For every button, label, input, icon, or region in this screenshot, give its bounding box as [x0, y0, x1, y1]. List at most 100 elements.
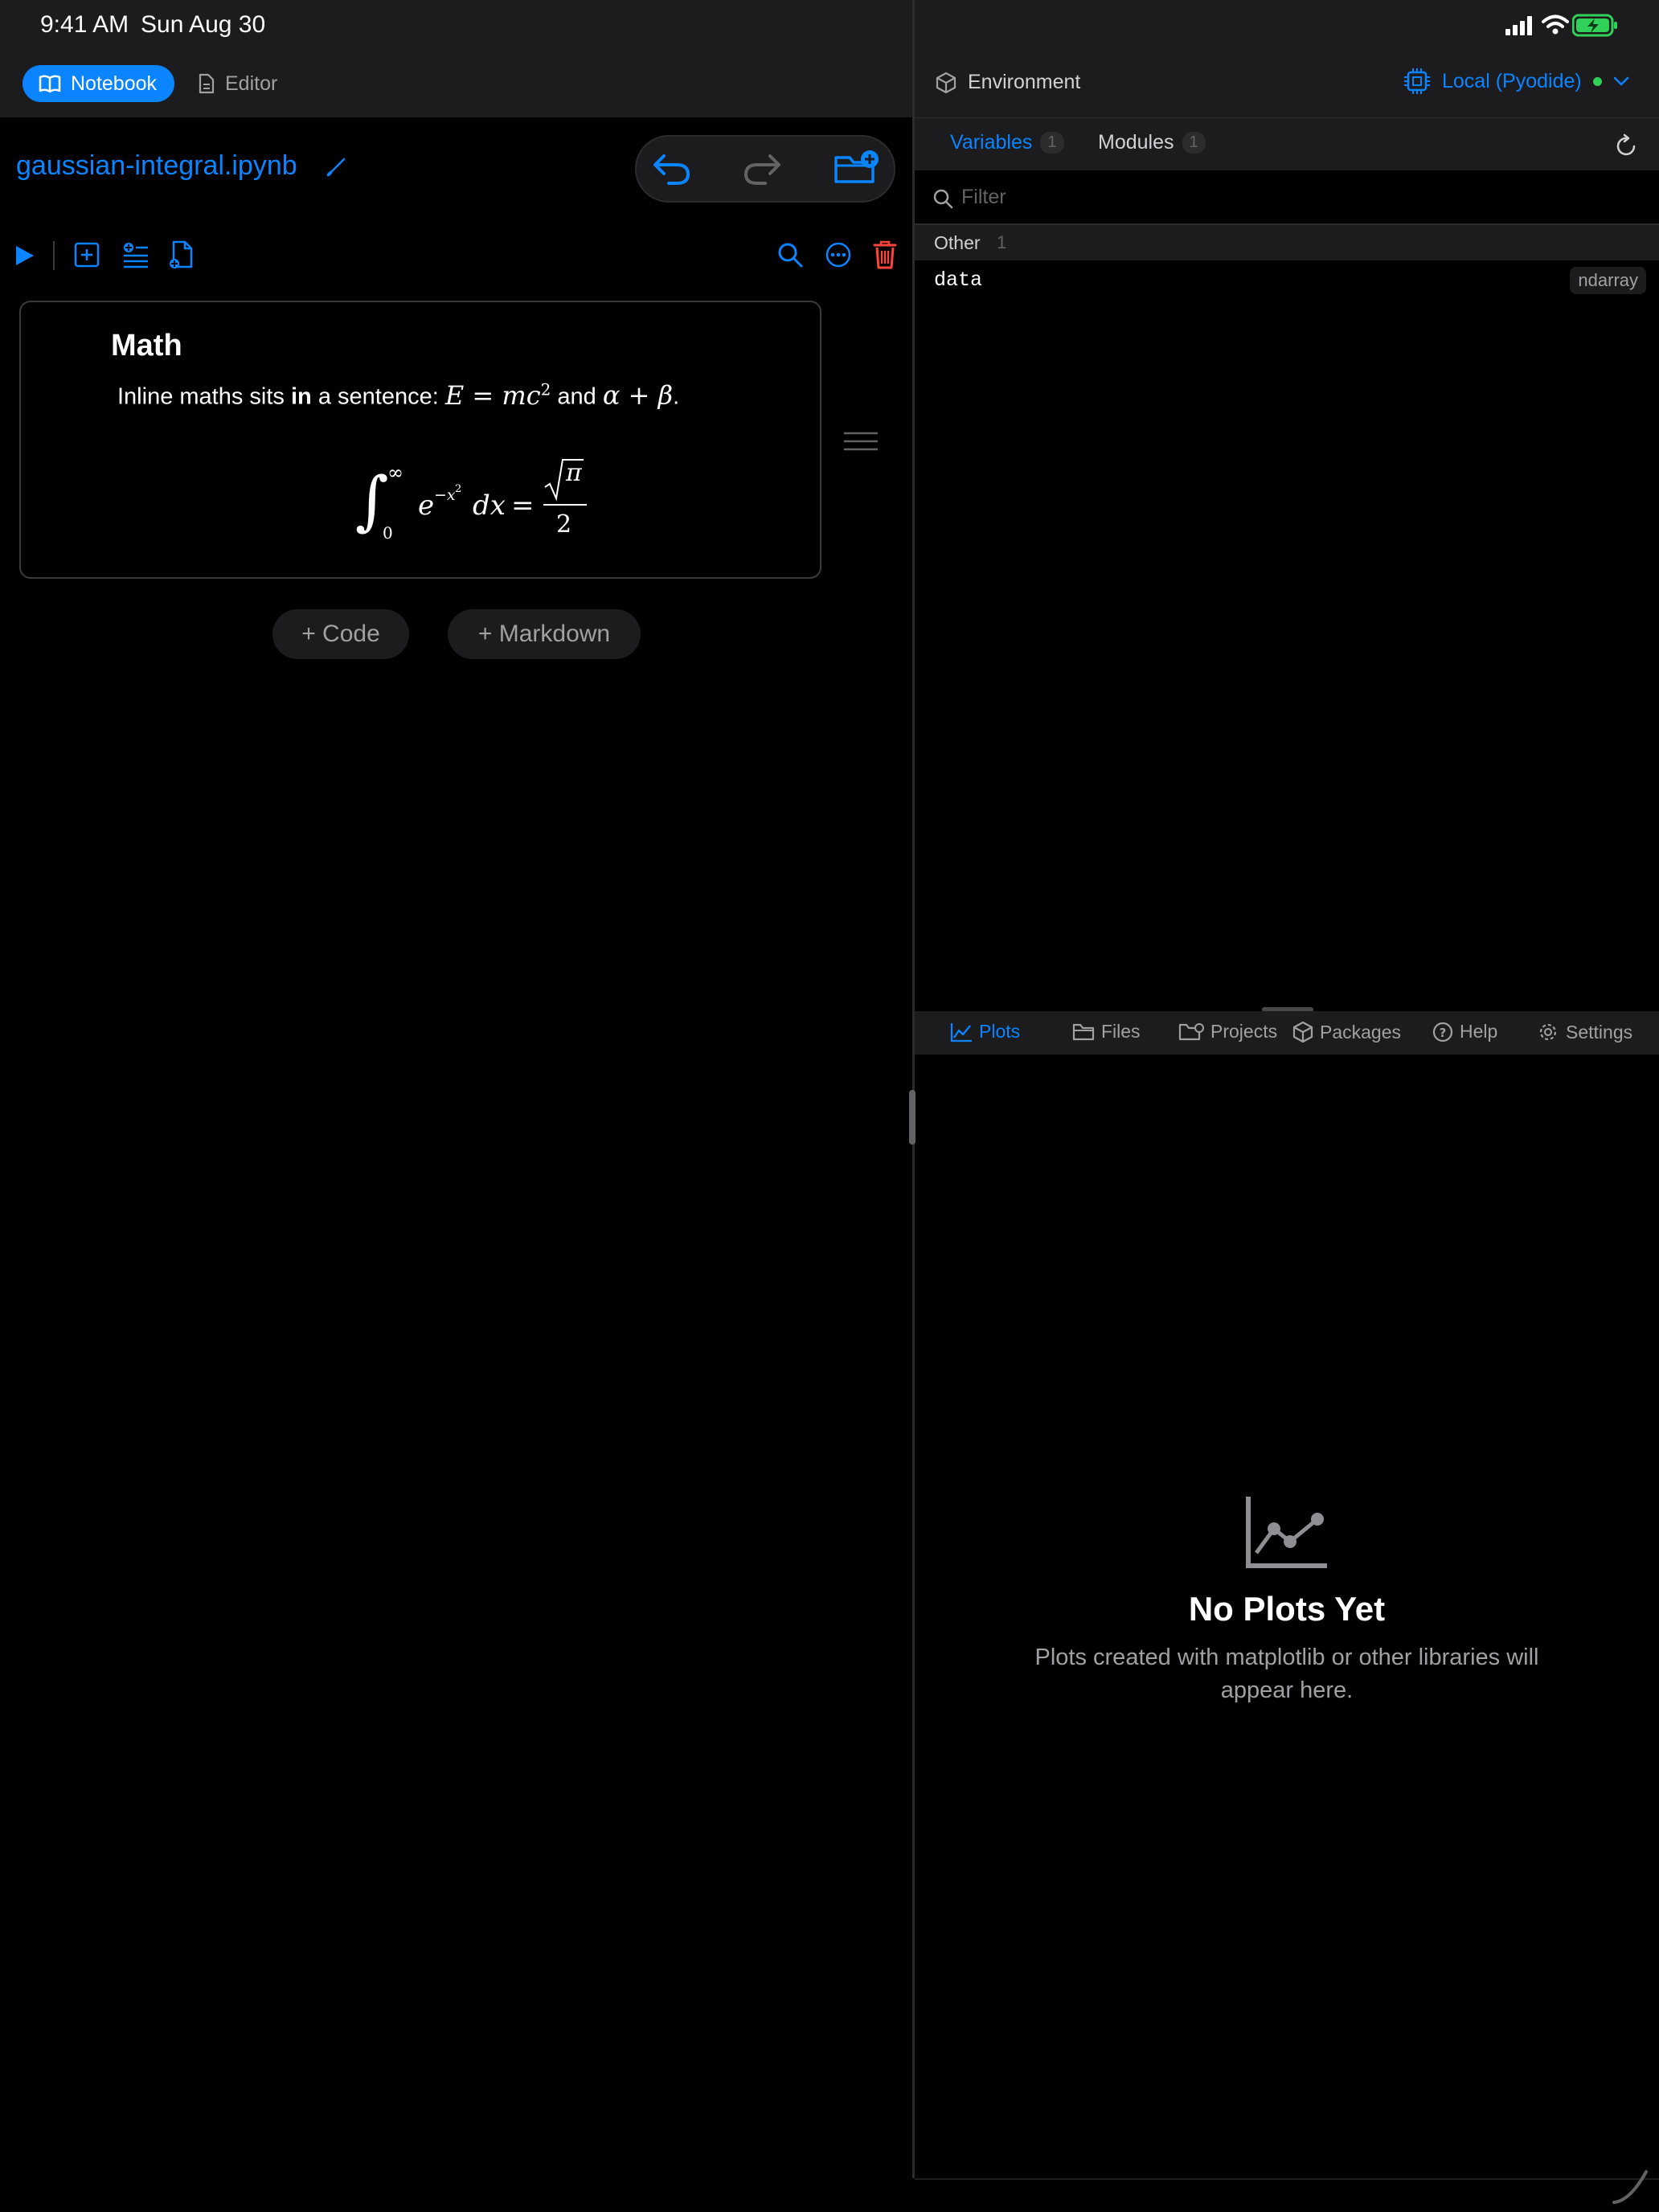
- pencil-icon[interactable]: [325, 156, 347, 178]
- chart-line-icon: [950, 1022, 973, 1043]
- more-options-icon[interactable]: [825, 241, 852, 268]
- inline-math-alpha-beta: α + β: [602, 379, 674, 411]
- tab-packages-label: Packages: [1320, 1021, 1402, 1043]
- tab-projects[interactable]: Projects: [1178, 1021, 1277, 1043]
- chart-placeholder-icon: [1245, 1495, 1329, 1569]
- book-icon: [39, 74, 61, 93]
- variable-group-label: Other: [934, 232, 981, 253]
- gear-icon: [1537, 1021, 1559, 1043]
- svg-text:2: 2: [556, 510, 571, 539]
- new-file-icon[interactable]: [169, 240, 195, 270]
- markdown-cell[interactable]: Math Inline maths sits in a sentence: E …: [19, 301, 821, 579]
- notebook-filename[interactable]: gaussian-integral.ipynb: [16, 150, 297, 182]
- tab-packages[interactable]: Packages: [1292, 1021, 1401, 1043]
- run-icon[interactable]: [14, 244, 35, 267]
- cell-sentence: Inline maths sits in a sentence: E = mc2…: [117, 379, 679, 411]
- split-divider[interactable]: [912, 0, 915, 2178]
- inline-math-emc2: E = mc2: [444, 379, 551, 411]
- tab-modules-label: Modules: [1098, 131, 1174, 154]
- kernel-status-dot: [1592, 76, 1602, 86]
- svg-text:∞: ∞: [387, 461, 403, 484]
- tab-settings-label: Settings: [1566, 1021, 1633, 1043]
- environment-title: Environment: [936, 71, 1080, 94]
- tab-projects-label: Projects: [1210, 1021, 1278, 1042]
- cell-heading: Math: [111, 329, 182, 363]
- plots-empty-description: Plots created with matplotlib or other l…: [1034, 1645, 1539, 1703]
- display-equation-gaussian-integral: ∫ ∞ 0 e −x 2 dx = π 2: [346, 455, 603, 543]
- notebook-tab[interactable]: Notebook: [23, 65, 175, 102]
- tab-variables-label: Variables: [950, 131, 1033, 154]
- plots-empty-title: No Plots Yet: [1188, 1590, 1386, 1628]
- variable-group-count: 1: [997, 232, 1007, 252]
- svg-text:=: =: [511, 490, 535, 522]
- split-drag-handle[interactable]: [909, 1090, 916, 1145]
- toolbar-separator: [53, 241, 55, 270]
- cube-icon: [936, 72, 956, 94]
- variable-type-badge: ndarray: [1570, 267, 1646, 294]
- tab-plots-label: Plots: [979, 1021, 1021, 1042]
- battery-charging-icon: [1572, 14, 1619, 38]
- svg-text:−x: −x: [434, 486, 456, 504]
- resize-corner-icon[interactable]: [1611, 2165, 1651, 2206]
- tab-variables-count: 1: [1040, 132, 1064, 154]
- add-markdown-cell-button[interactable]: + Markdown: [448, 609, 641, 659]
- chevron-down-icon: [1613, 76, 1629, 87]
- notebook-header-bar: Notebook Editor: [0, 51, 912, 117]
- sentence-text-start: Inline maths sits: [117, 383, 291, 410]
- svg-text:2: 2: [455, 483, 461, 495]
- cellular-signal-icon: [1505, 16, 1536, 35]
- status-date: Sun Aug 30: [141, 11, 266, 38]
- sentence-text-mid: a sentence:: [311, 383, 445, 410]
- svg-text:π: π: [565, 459, 583, 487]
- refresh-icon[interactable]: [1616, 133, 1638, 157]
- kernel-selector[interactable]: Local (Pyodide): [1403, 68, 1629, 95]
- sentence-text-end: .: [673, 383, 680, 410]
- plots-empty-state: No Plots Yet Plots created with matplotl…: [915, 1495, 1659, 1707]
- search-icon: [932, 188, 953, 209]
- cpu-chip-icon: [1403, 68, 1431, 95]
- svg-text:?: ?: [1440, 1026, 1447, 1040]
- bottom-tab-bar: Plots Files Projects Packages ? Help Set…: [915, 1011, 1659, 1055]
- folder-badge-icon: [1178, 1022, 1204, 1042]
- package-icon: [1292, 1021, 1313, 1043]
- redo-icon[interactable]: [741, 151, 783, 186]
- tab-files[interactable]: Files: [1072, 1021, 1141, 1043]
- svg-text:0: 0: [383, 523, 393, 543]
- tab-help-label: Help: [1460, 1021, 1498, 1042]
- tab-plots[interactable]: Plots: [950, 1021, 1020, 1043]
- undo-icon[interactable]: [651, 151, 693, 186]
- wifi-icon: [1542, 14, 1569, 35]
- help-icon: ?: [1432, 1022, 1453, 1043]
- kernel-name: Local (Pyodide): [1442, 69, 1582, 92]
- add-code-cell-button[interactable]: + Code: [272, 609, 409, 659]
- variable-group-header: Other 1: [915, 225, 1659, 260]
- editor-tab[interactable]: Editor: [198, 65, 277, 102]
- tab-settings[interactable]: Settings: [1537, 1021, 1632, 1043]
- right-pane-bottom-border: [915, 2178, 1659, 2180]
- folder-icon: [1072, 1022, 1095, 1042]
- variable-name: data: [934, 268, 983, 292]
- variables-tab-bar: Variables 1 Modules 1: [915, 117, 1659, 171]
- tab-modules-count: 1: [1182, 132, 1206, 154]
- notebook-tab-label: Notebook: [71, 72, 158, 95]
- sentence-bold-word: in: [290, 383, 312, 410]
- new-folder-icon[interactable]: [833, 148, 881, 188]
- tab-modules[interactable]: Modules 1: [1098, 131, 1206, 154]
- status-bar: 9:41 AM Sun Aug 30: [0, 0, 1659, 51]
- cell-drag-handle-icon[interactable]: [842, 431, 879, 452]
- environment-header: Environment Local (Pyodide): [915, 51, 1659, 117]
- editor-tab-label: Editor: [225, 72, 278, 95]
- tab-help[interactable]: ? Help: [1432, 1021, 1497, 1043]
- trash-icon[interactable]: [873, 240, 897, 270]
- variable-row[interactable]: data ndarray: [915, 260, 1659, 301]
- environment-label: Environment: [968, 71, 1081, 93]
- add-cell-icon[interactable]: [74, 241, 100, 268]
- document-icon: [198, 73, 215, 94]
- filter-bar: [915, 170, 1659, 225]
- filter-input[interactable]: [960, 180, 1622, 214]
- svg-text:dx: dx: [473, 490, 506, 522]
- insert-below-icon[interactable]: [122, 241, 150, 268]
- tab-variables[interactable]: Variables 1: [950, 131, 1064, 154]
- search-icon[interactable]: [776, 241, 804, 268]
- sentence-text-and: and: [551, 383, 603, 410]
